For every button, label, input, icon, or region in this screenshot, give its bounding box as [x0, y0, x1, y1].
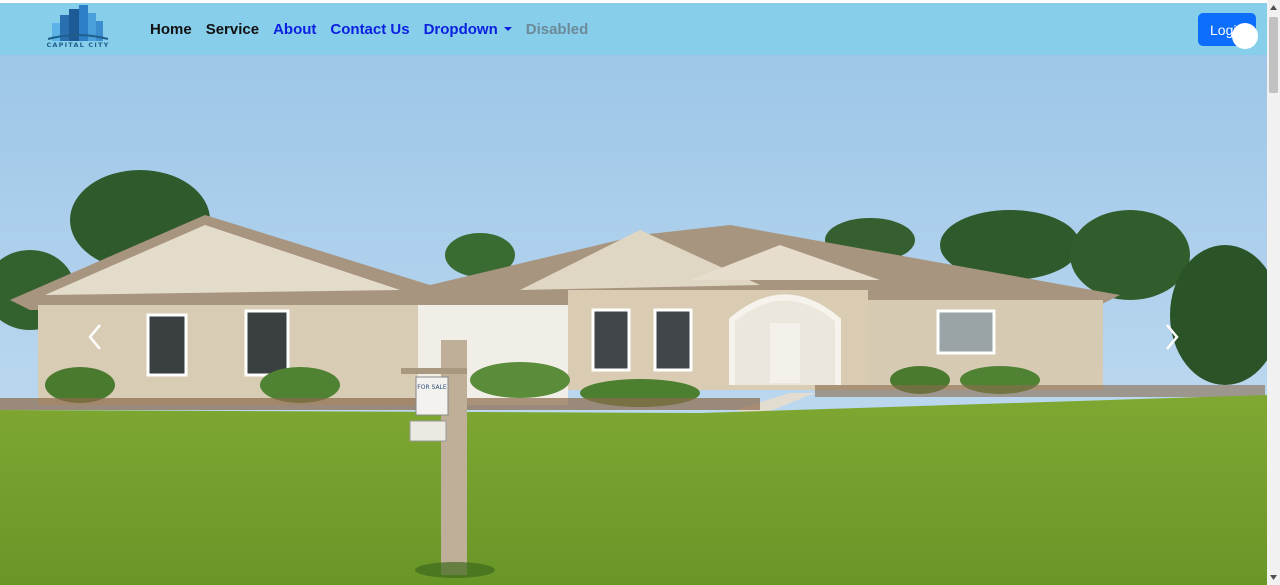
for-sale-sign-text: FOR SALE	[417, 384, 447, 391]
nav-home[interactable]: Home	[150, 21, 192, 38]
buildings-logo-icon	[47, 5, 109, 41]
scroll-up-arrow-icon[interactable]	[1267, 2, 1280, 14]
nav-dropdown-label: Dropdown	[423, 20, 498, 38]
caret-down-icon	[503, 26, 512, 31]
nav-disabled: Disabled	[525, 20, 589, 38]
nav-service[interactable]: Service	[206, 21, 259, 38]
brand-logo[interactable]: CAPITAL CITY	[38, 5, 118, 53]
nav-about[interactable]: About	[273, 21, 316, 38]
hero-carousel: FOR SALE	[0, 55, 1267, 585]
brand-name: CAPITAL CITY	[46, 41, 110, 49]
page: CAPITAL CITY Home Service About Contact …	[0, 0, 1267, 585]
scrollbar-thumb[interactable]	[1269, 17, 1278, 93]
navbar: CAPITAL CITY Home Service About Contact …	[0, 3, 1267, 55]
nav-links: Home Service About Contact Us Dropdown D…	[150, 3, 602, 55]
scroll-down-arrow-icon[interactable]	[1267, 571, 1280, 583]
page-scrollbar[interactable]	[1267, 0, 1280, 585]
nav-dropdown[interactable]: Dropdown	[424, 21, 512, 38]
floating-circle	[1232, 23, 1258, 49]
carousel-next-button[interactable]	[1157, 317, 1187, 357]
carousel-prev-button[interactable]	[80, 317, 110, 357]
nav-contact-us[interactable]: Contact Us	[330, 21, 409, 38]
house-photo: FOR SALE	[0, 55, 1267, 585]
chevron-left-icon	[88, 324, 101, 350]
chevron-right-icon	[1166, 324, 1179, 350]
